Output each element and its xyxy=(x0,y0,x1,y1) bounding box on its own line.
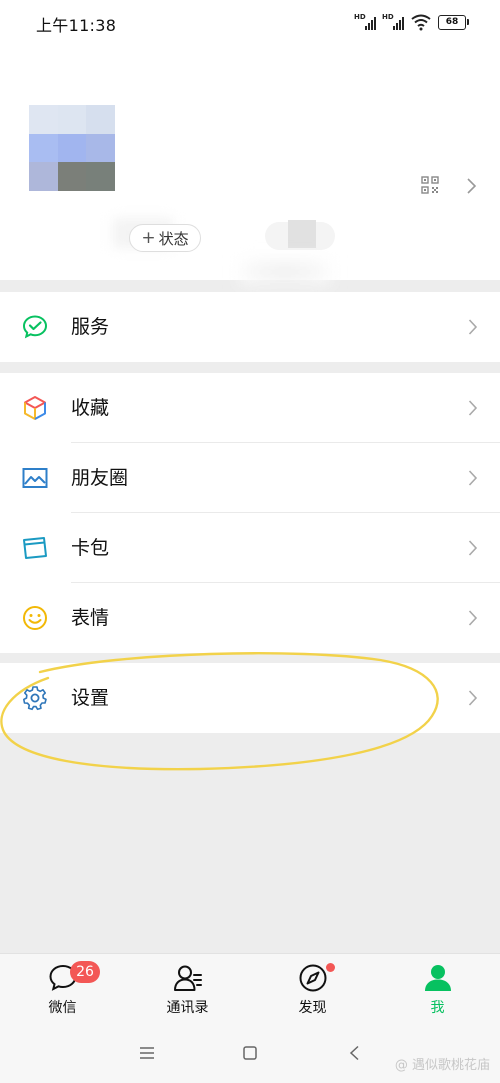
system-nav-bar: @ 遇似歌桃花庙 xyxy=(0,1024,500,1083)
status-time: 上午11:38 xyxy=(36,16,117,35)
tab-label: 发现 xyxy=(298,1000,327,1016)
tab-chats[interactable]: 26 微信 xyxy=(0,954,125,1024)
avatar[interactable] xyxy=(29,105,115,191)
menu-group-settings: 设置 xyxy=(0,663,500,733)
plus-icon: + xyxy=(141,228,156,248)
status-bar: 上午11:38 HD HD 68 xyxy=(0,0,500,44)
menu-item-cards[interactable]: 卡包 xyxy=(0,513,500,583)
signal-icon: HD xyxy=(354,13,376,31)
notification-dot xyxy=(326,963,335,972)
menu-item-label: 设置 xyxy=(71,687,110,709)
bottom-tab-bar: 26 微信 通讯录 发现 我 xyxy=(0,953,500,1024)
person-icon xyxy=(425,965,451,991)
tab-label: 我 xyxy=(430,1000,445,1016)
menu-item-label: 朋友圈 xyxy=(71,467,129,489)
tab-contacts[interactable]: 通讯录 xyxy=(125,954,250,1024)
menu-item-stickers[interactable]: 表情 xyxy=(0,583,500,653)
compass-icon xyxy=(299,964,327,992)
smile-icon xyxy=(23,606,47,630)
blurred-area xyxy=(240,260,330,284)
chevron-right-icon[interactable] xyxy=(466,177,478,195)
wechat-me-screen: 上午11:38 HD HD 68 + 状态 服务 收藏 朋友圈 卡包 表情 设置… xyxy=(0,0,500,1083)
blurred-area xyxy=(288,220,316,248)
card-icon xyxy=(23,537,47,559)
chevron-right-icon xyxy=(468,319,478,335)
wechat-pay-icon xyxy=(22,315,48,339)
hd-tag: HD xyxy=(382,13,394,21)
chevron-right-icon xyxy=(468,540,478,556)
menu-group-main: 收藏 朋友圈 卡包 表情 xyxy=(0,373,500,653)
signal-icon: HD xyxy=(382,13,404,31)
menu-item-label: 收藏 xyxy=(71,397,110,419)
gear-icon xyxy=(23,686,47,711)
unread-badge: 26 xyxy=(70,961,100,983)
tab-label: 通讯录 xyxy=(166,1000,209,1016)
menu-icon[interactable] xyxy=(139,1045,155,1061)
cube-icon xyxy=(24,396,46,420)
image-icon xyxy=(22,468,48,488)
wifi-icon xyxy=(411,14,431,31)
home-icon[interactable] xyxy=(242,1045,258,1061)
chevron-right-icon xyxy=(468,470,478,486)
contacts-icon xyxy=(174,965,202,991)
chevron-right-icon xyxy=(468,690,478,706)
menu-item-label: 服务 xyxy=(71,316,110,338)
battery-icon: 68 xyxy=(438,14,469,30)
watermark: @ 遇似歌桃花庙 xyxy=(394,1058,490,1073)
menu-item-label: 卡包 xyxy=(71,537,110,559)
back-icon[interactable] xyxy=(347,1045,363,1061)
tab-me[interactable]: 我 xyxy=(375,954,500,1024)
menu-item-favorites[interactable]: 收藏 xyxy=(0,373,500,443)
qr-code-icon[interactable] xyxy=(421,176,439,194)
chevron-right-icon xyxy=(468,610,478,626)
chevron-right-icon xyxy=(468,400,478,416)
menu-item-moments[interactable]: 朋友圈 xyxy=(0,443,500,513)
menu-item-settings[interactable]: 设置 xyxy=(0,663,500,733)
tab-discover[interactable]: 发现 xyxy=(250,954,375,1024)
hd-tag: HD xyxy=(354,13,366,21)
status-button-label: 状态 xyxy=(158,229,189,248)
menu-item-services[interactable]: 服务 xyxy=(0,292,500,362)
status-icons: HD HD 68 xyxy=(354,12,469,32)
menu-group-services: 服务 xyxy=(0,292,500,362)
status-button[interactable]: + 状态 xyxy=(129,224,201,252)
tab-label: 微信 xyxy=(48,1000,77,1016)
profile-header[interactable]: + 状态 xyxy=(0,44,500,284)
menu-item-label: 表情 xyxy=(71,607,110,629)
